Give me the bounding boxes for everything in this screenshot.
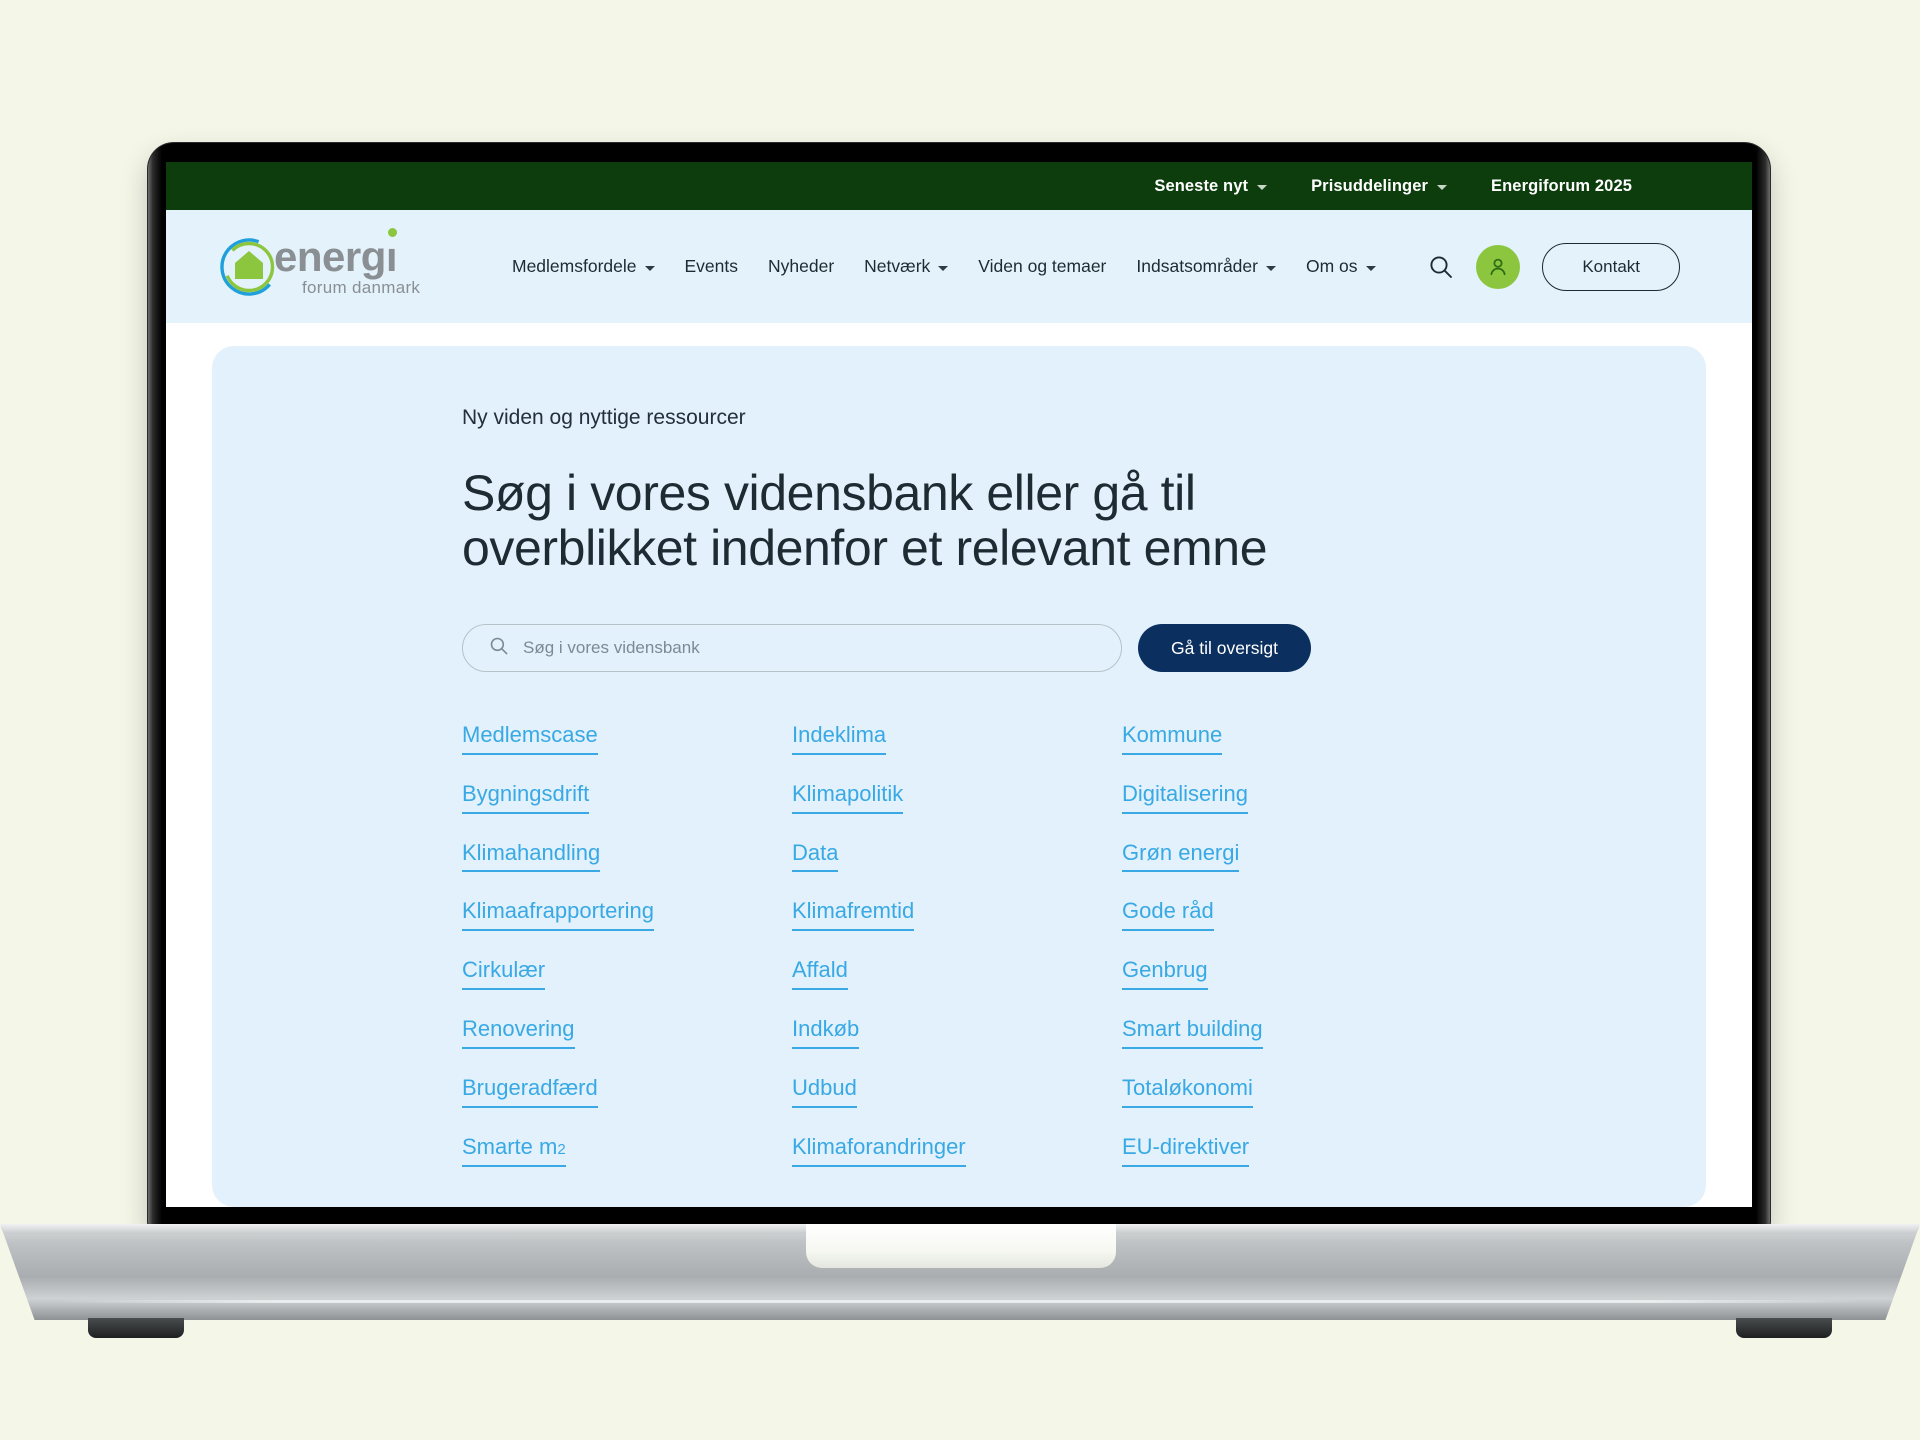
- search-row: Gå til oversigt: [462, 624, 1626, 672]
- topbar-link-label: Seneste nyt: [1154, 176, 1249, 195]
- chevron-down-icon: [938, 265, 949, 271]
- page-content: Ny viden og nyttige ressourcer Søg i vor…: [166, 323, 1752, 1207]
- topic-link[interactable]: Medlemscase: [462, 722, 598, 755]
- logo-energiforum-danmark[interactable]: energı forum danmark: [216, 228, 454, 300]
- topic-link[interactable]: Klimaforandringer: [792, 1134, 966, 1167]
- logo-subtitle: forum danmark: [302, 277, 421, 297]
- nav-item-label: Om os: [1305, 256, 1358, 276]
- nav-item-label: Nyheder: [768, 256, 835, 276]
- nav-item-om-os[interactable]: Om os: [1306, 256, 1376, 277]
- topic-link[interactable]: Indeklima: [792, 722, 887, 755]
- topic-link[interactable]: Klimaafrapportering: [462, 898, 654, 932]
- hero-card: Ny viden og nyttige ressourcer Søg i vor…: [212, 346, 1706, 1207]
- topic-link[interactable]: Indkøb: [792, 1016, 860, 1049]
- utility-topbar: Seneste nyt Prisuddelinger Energiforum 2…: [166, 162, 1752, 210]
- logo-green-dot: [387, 228, 397, 238]
- nav-item-label: Viden og temaer: [978, 256, 1107, 276]
- laptop-base-notch: [806, 1224, 1116, 1268]
- laptop-screen: Seneste nyt Prisuddelinger Energiforum 2…: [166, 162, 1752, 1207]
- topic-link[interactable]: Smarte m2: [462, 1134, 566, 1167]
- chevron-down-icon: [1437, 185, 1448, 190]
- laptop-base-seam: [60, 1300, 1860, 1303]
- search-field[interactable]: [462, 624, 1122, 672]
- nav-item-events[interactable]: Events: [685, 256, 739, 277]
- topic-link[interactable]: Renovering: [462, 1016, 575, 1049]
- topic-link[interactable]: Grøn energi: [1122, 840, 1240, 873]
- topic-link[interactable]: Klimapolitik: [792, 781, 904, 814]
- topic-link[interactable]: Udbud: [792, 1075, 857, 1108]
- avatar[interactable]: [1476, 244, 1521, 289]
- nav-item-label: Netværk: [864, 256, 931, 276]
- nav-item-nyheder[interactable]: Nyheder: [768, 256, 834, 277]
- topic-link[interactable]: Gode råd: [1122, 898, 1214, 932]
- nav-item-netvaerk[interactable]: Netværk: [864, 256, 949, 277]
- topic-link[interactable]: Klimafremtid: [792, 898, 915, 932]
- logo-mark-icon: [216, 234, 282, 300]
- nav-item-medlemsfordele[interactable]: Medlemsfordele: [512, 256, 655, 277]
- user-icon: [1490, 258, 1506, 275]
- search-icon[interactable]: [1428, 254, 1454, 280]
- topic-link[interactable]: Data: [792, 840, 839, 873]
- laptop-lid: Seneste nyt Prisuddelinger Energiforum 2…: [148, 143, 1770, 1228]
- topic-link[interactable]: Affald: [792, 957, 848, 991]
- contact-button[interactable]: Kontakt: [1542, 242, 1680, 291]
- main-navigation: Medlemsfordele Events Nyheder Netværk Vi…: [512, 256, 1428, 277]
- topic-link[interactable]: Digitalisering: [1122, 781, 1248, 814]
- superscript-two: 2: [557, 1140, 566, 1158]
- topic-link[interactable]: EU-direktiver: [1122, 1134, 1250, 1167]
- hero-inner: Ny viden og nyttige ressourcer Søg i vor…: [212, 406, 1706, 1167]
- site-header: energı forum danmark Medlemsfordele Even…: [166, 210, 1752, 323]
- topic-link[interactable]: Klimahandling: [462, 840, 601, 873]
- topic-link[interactable]: Totaløkonomi: [1122, 1075, 1253, 1108]
- nav-item-label: Medlemsfordele: [512, 256, 637, 276]
- topic-link[interactable]: Brugeradfærd: [462, 1075, 598, 1108]
- nav-item-indsatsomraader[interactable]: Indsatsområder: [1136, 256, 1276, 277]
- topbar-link-energiforum-2025[interactable]: Energiforum 2025: [1491, 177, 1632, 196]
- laptop-foot-left: [88, 1318, 184, 1338]
- topic-links-grid: Medlemscase Indeklima Kommune Bygningsdr…: [462, 722, 1626, 1167]
- page-title: Søg i vores vidensbank eller gå til over…: [462, 465, 1268, 576]
- search-icon: [489, 636, 509, 661]
- topbar-link-label: Energiforum 2025: [1491, 176, 1632, 195]
- laptop-mockup: Seneste nyt Prisuddelinger Energiforum 2…: [0, 0, 1920, 1440]
- go-to-overview-button[interactable]: Gå til oversigt: [1138, 624, 1311, 672]
- chevron-down-icon: [1365, 265, 1376, 271]
- topbar-link-prisuddelinger[interactable]: Prisuddelinger: [1311, 176, 1448, 196]
- nav-item-label: Events: [684, 256, 739, 276]
- topic-link[interactable]: Kommune: [1122, 722, 1223, 755]
- hero-eyebrow: Ny viden og nyttige ressourcer: [462, 406, 746, 429]
- topic-link[interactable]: Genbrug: [1122, 957, 1208, 991]
- topic-link[interactable]: Bygningsdrift: [462, 781, 590, 814]
- header-actions: Kontakt: [1428, 242, 1680, 291]
- nav-item-label: Indsatsområder: [1136, 256, 1258, 276]
- topic-link[interactable]: Smart building: [1122, 1016, 1263, 1049]
- logo-word-dotless-i: ı: [386, 228, 398, 280]
- logo-text: energı forum danmark: [274, 228, 421, 298]
- chevron-down-icon: [1257, 185, 1268, 190]
- chevron-down-icon: [1265, 265, 1276, 271]
- chevron-down-icon: [644, 265, 655, 271]
- topbar-link-seneste-nyt[interactable]: Seneste nyt: [1154, 176, 1268, 196]
- topic-link[interactable]: Cirkulær: [462, 957, 546, 991]
- nav-item-viden-og-temaer[interactable]: Viden og temaer: [978, 256, 1106, 277]
- topbar-link-label: Prisuddelinger: [1311, 176, 1429, 195]
- laptop-foot-right: [1736, 1318, 1832, 1338]
- logo-word: energı: [274, 228, 420, 278]
- logo-word-text: energı: [274, 228, 398, 280]
- search-input[interactable]: [523, 638, 1095, 658]
